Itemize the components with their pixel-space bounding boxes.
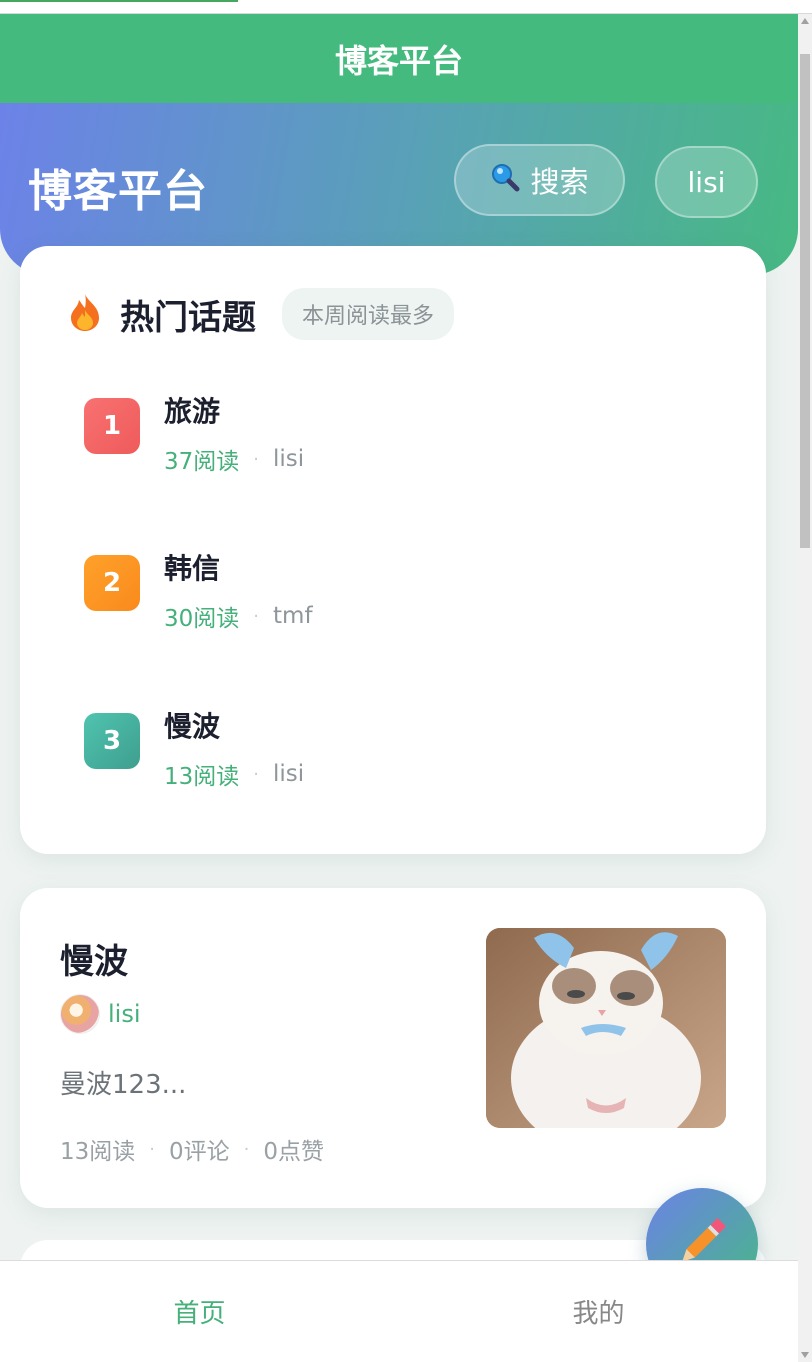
hot-topics-header: 热门话题 本周阅读最多 [68,288,455,340]
user-button[interactable]: lisi [655,146,758,218]
post-author-name: lisi [108,1000,141,1028]
post-likes: 0点赞 [263,1139,325,1165]
tab-home[interactable]: 首页 [0,1261,399,1362]
post-comments: 0评论 [169,1139,230,1165]
hot-topics-title: 热门话题 [120,297,256,338]
avatar [60,994,100,1034]
topic-author: lisi [273,446,305,472]
separator-dot: · [149,1138,156,1160]
topic-title: 韩信 [164,552,221,585]
list-item[interactable]: 3 慢波 13阅读 · lisi [84,705,724,795]
topic-title: 慢波 [164,710,221,743]
topic-reads: 13阅读 [164,764,240,790]
navbar-title: 博客平台 [334,41,463,80]
fire-icon [68,292,102,336]
browser-top-strip [0,0,812,14]
tab-home-label: 首页 [173,1299,226,1329]
scroll-down-arrow-icon[interactable] [801,1352,809,1358]
post-thumbnail[interactable] [486,928,726,1128]
hot-topics-card: 热门话题 本周阅读最多 1 旅游 37阅读 · lisi 2 韩信 30阅读 ·… [20,246,766,854]
topic-meta: 37阅读 · lisi [164,442,304,476]
post-reads: 13阅读 [60,1139,136,1165]
app-container: 博客平台 博客平台 搜索 lisi 热门话题 本周阅读最多 1 旅游 37阅读 … [0,14,798,1362]
topic-author: tmf [273,603,313,629]
separator-dot: · [253,448,260,470]
rank-badge: 1 [84,398,140,454]
separator-dot: · [243,1138,250,1160]
topic-title: 旅游 [164,395,221,428]
tab-mine-label: 我的 [572,1299,625,1329]
hero-title: 博客平台 [28,166,208,217]
list-item[interactable]: 1 旅游 37阅读 · lisi [84,390,724,480]
search-button[interactable]: 搜索 [454,144,625,216]
topic-author: lisi [273,761,305,787]
post-stats: 13阅读 · 0评论 · 0点赞 [60,1132,324,1166]
navbar: 博客平台 [0,14,798,103]
rank-badge: 3 [84,713,140,769]
user-label: lisi [687,165,726,199]
topic-reads: 30阅读 [164,606,240,632]
post-excerpt: 曼波123... [60,1070,187,1100]
separator-dot: · [253,763,260,785]
tab-mine[interactable]: 我的 [399,1261,798,1362]
list-item[interactable]: 2 韩信 30阅读 · tmf [84,547,724,637]
loading-progress-bar [0,0,238,2]
search-label: 搜索 [530,165,589,199]
scroll-up-arrow-icon[interactable] [801,18,809,24]
page-scrollbar[interactable] [798,14,812,1362]
rank-badge: 2 [84,555,140,611]
topic-meta: 30阅读 · tmf [164,599,313,633]
post-title: 慢波 [60,942,128,982]
topic-reads: 37阅读 [164,449,240,475]
separator-dot: · [253,605,260,627]
magnifier-icon [490,162,520,199]
post-author[interactable]: lisi [60,994,141,1034]
scrollbar-thumb[interactable] [800,54,810,548]
hot-topics-badge: 本周阅读最多 [282,288,455,340]
post-card[interactable]: 慢波 lisi 曼波123... 13阅读 · 0评论 · 0点赞 [20,888,766,1208]
bottom-tab-bar: 首页 我的 [0,1260,798,1362]
topic-meta: 13阅读 · lisi [164,757,304,791]
